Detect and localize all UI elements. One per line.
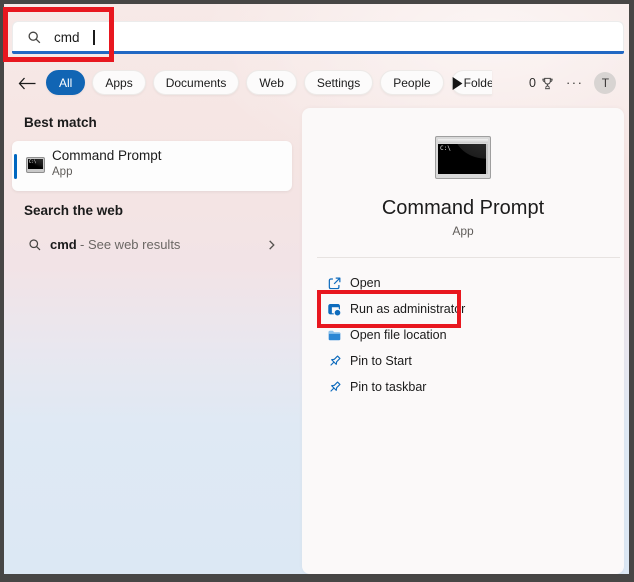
search-icon: [28, 238, 42, 252]
tab-all[interactable]: All: [46, 70, 85, 95]
app-title: Command Prompt: [302, 197, 624, 220]
back-arrow-icon: [18, 77, 36, 90]
highlight-box-run-admin: [317, 290, 461, 328]
filter-tabs: All Apps Documents Web Settings People F…: [46, 70, 492, 95]
tab-settings[interactable]: Settings: [304, 70, 373, 95]
action-label: Open file location: [350, 328, 447, 342]
back-button[interactable]: [17, 74, 37, 92]
web-query: cmd: [50, 237, 77, 252]
web-search-result[interactable]: cmd - See web results: [12, 231, 292, 259]
web-search-header: Search the web: [24, 203, 123, 218]
command-prompt-icon: [26, 157, 45, 173]
action-label: Pin to taskbar: [350, 380, 426, 394]
divider: [317, 257, 620, 258]
tabs-overflow-button[interactable]: [451, 77, 463, 90]
play-icon: [451, 77, 463, 90]
avatar[interactable]: T: [594, 72, 616, 94]
command-prompt-icon-large: [435, 136, 491, 179]
selection-accent-bar: [14, 154, 17, 179]
best-match-header: Best match: [24, 115, 97, 130]
pin-icon: [326, 353, 342, 369]
pin-icon: [326, 379, 342, 395]
rewards-count: 0: [529, 76, 536, 90]
result-title: Command Prompt: [52, 148, 162, 163]
tab-web[interactable]: Web: [246, 70, 296, 95]
web-query-suffix: - See web results: [80, 237, 180, 252]
action-label: Pin to Start: [350, 354, 412, 368]
tab-documents[interactable]: Documents: [153, 70, 240, 95]
more-options-button[interactable]: ···: [566, 78, 584, 88]
highlight-box-search: [3, 7, 114, 62]
tab-people[interactable]: People: [380, 70, 443, 95]
open-external-icon: [326, 275, 342, 291]
folder-icon: [326, 327, 342, 343]
action-pin-to-start[interactable]: Pin to Start: [316, 348, 606, 374]
action-label: Open: [350, 276, 381, 290]
tab-apps[interactable]: Apps: [92, 70, 145, 95]
result-subtitle: App: [52, 166, 72, 178]
chevron-right-icon: [266, 239, 277, 251]
best-match-result[interactable]: Command Prompt App: [12, 141, 292, 191]
app-subtitle: App: [302, 224, 624, 238]
rewards-icon: [540, 76, 555, 91]
action-pin-to-taskbar[interactable]: Pin to taskbar: [316, 374, 606, 400]
rewards-button[interactable]: 0: [529, 76, 555, 91]
